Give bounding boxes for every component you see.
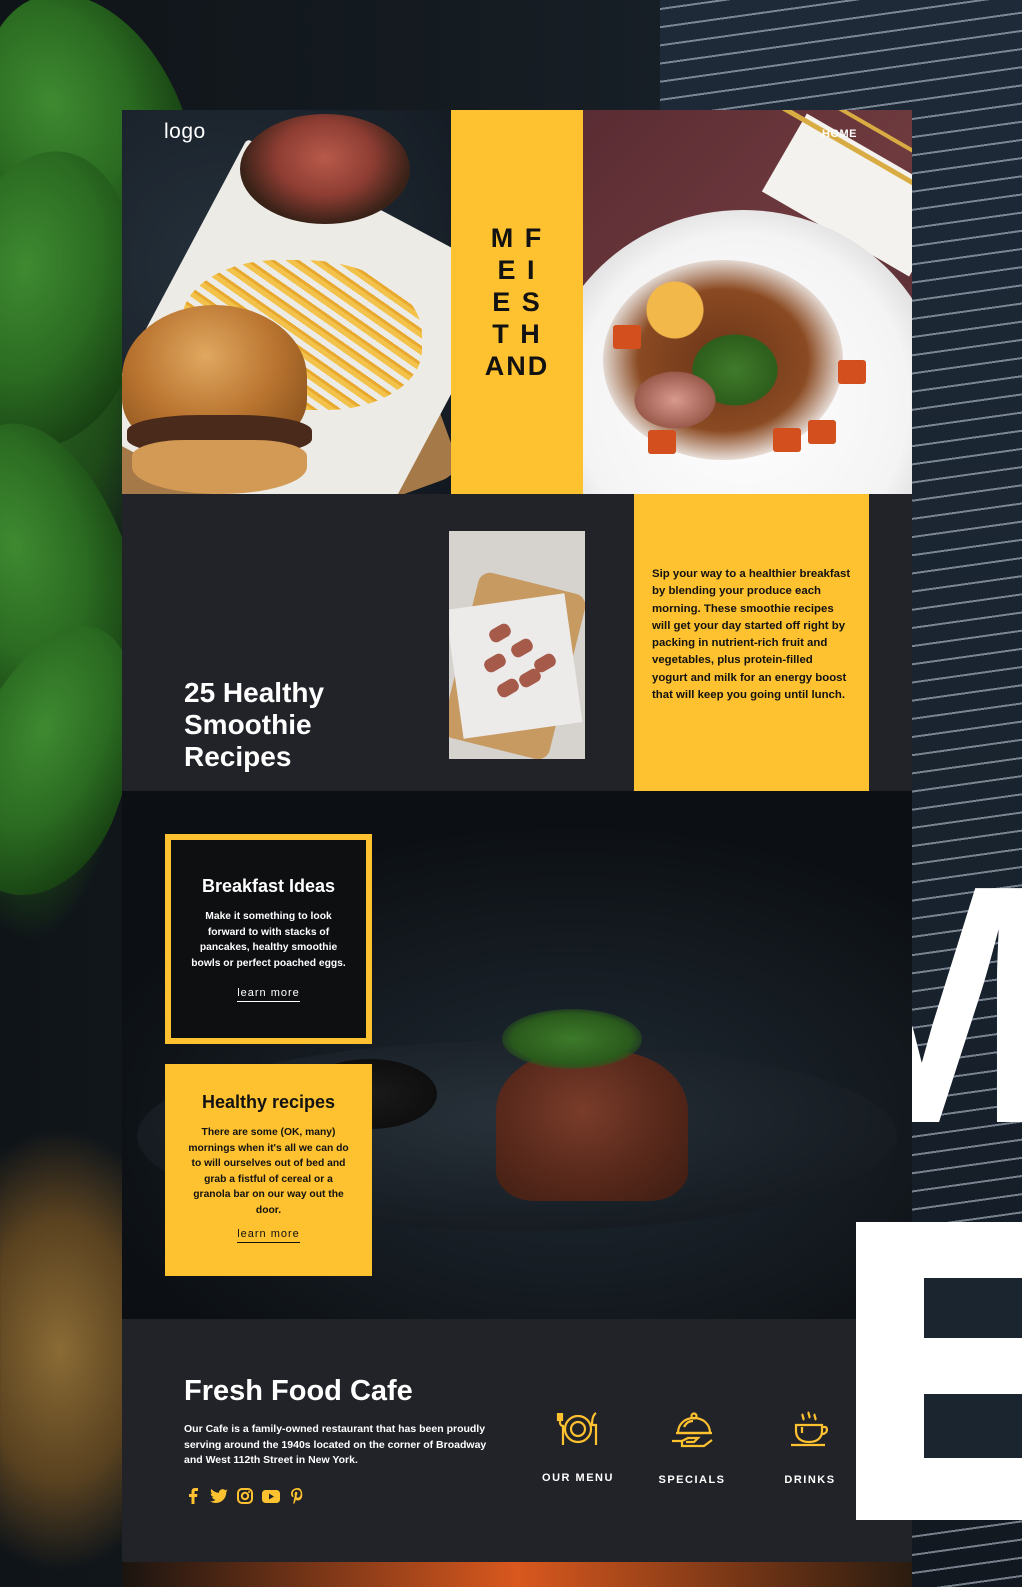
cafe-description: Our Cafe is a family-owned restaurant th… (184, 1423, 487, 1466)
service-specials[interactable]: SPECIALS (647, 1411, 737, 1488)
hero-title-line: T H (492, 319, 542, 349)
youtube-icon[interactable] (262, 1487, 280, 1505)
hero-title-panel: M F E I E S T H AND (451, 110, 583, 494)
steak-section: Breakfast Ideas Make it something to loo… (122, 791, 912, 1319)
section-title: 25 Healthy Smoothie Recipes (184, 677, 384, 773)
hero-vertical-title: M F E I E S T H AND (482, 222, 552, 382)
footer-section: Fresh Food Cafe Our Cafe is a family-own… (122, 1319, 912, 1587)
instagram-icon[interactable] (236, 1487, 254, 1505)
service-label: OUR MENU (542, 1472, 614, 1484)
service-label: DRINKS (784, 1474, 836, 1486)
page-frame: logo M F E I E S T H AND HOME 25 Healthy… (122, 110, 912, 1587)
hero-title-line: E I (497, 255, 537, 285)
breakfast-ideas-card: Breakfast Ideas Make it something to loo… (165, 834, 372, 1044)
card-text: There are some (OK, many) mornings when … (188, 1127, 349, 1216)
service-our-menu[interactable]: OUR MENU (533, 1411, 623, 1486)
facebook-icon[interactable] (184, 1487, 202, 1505)
smoothie-section: 25 Healthy Smoothie Recipes Sip your way… (122, 494, 912, 791)
learn-more-link[interactable]: learn more (237, 987, 300, 1002)
healthy-recipes-card: Healthy recipes There are some (OK, many… (165, 1064, 372, 1276)
plated-dish-photo: HOME (583, 110, 912, 494)
hero-section: logo M F E I E S T H AND HOME (122, 110, 912, 494)
hero-title-line: M F (490, 223, 544, 253)
steak-photo (496, 1051, 688, 1201)
cafe-title: Fresh Food Cafe (184, 1375, 413, 1407)
learn-more-link[interactable]: learn more (237, 1228, 300, 1243)
hero-title-line: AND (484, 351, 550, 381)
bottom-food-strip (122, 1562, 912, 1587)
service-drinks[interactable]: DRINKS (765, 1411, 855, 1488)
burger-photo: logo (122, 110, 451, 494)
site-logo[interactable]: logo (164, 120, 206, 144)
card-text: Make it something to look forward to wit… (191, 911, 346, 969)
decorative-letter-e (856, 1222, 1022, 1520)
menu-plate-icon (533, 1411, 623, 1452)
description-text: Sip your way to a healthier breakfast by… (652, 568, 851, 702)
service-label: SPECIALS (658, 1474, 726, 1486)
nav-home-link[interactable]: HOME (822, 128, 857, 140)
appetizer-photo (449, 531, 585, 759)
description-panel: Sip your way to a healthier breakfast by… (634, 494, 869, 791)
social-links (184, 1487, 306, 1505)
section-title-line: 25 Healthy (184, 677, 325, 708)
section-title-line: Recipes (184, 741, 292, 772)
twitter-icon[interactable] (210, 1487, 228, 1505)
pinterest-icon[interactable] (288, 1487, 306, 1505)
card-title: Healthy recipes (201, 1092, 336, 1112)
section-title-line: Smoothie (184, 709, 312, 740)
hero-title-line: E S (492, 287, 542, 317)
coffee-cup-icon (765, 1411, 855, 1454)
card-title: Breakfast Ideas (201, 876, 336, 896)
cloche-icon (647, 1411, 737, 1454)
